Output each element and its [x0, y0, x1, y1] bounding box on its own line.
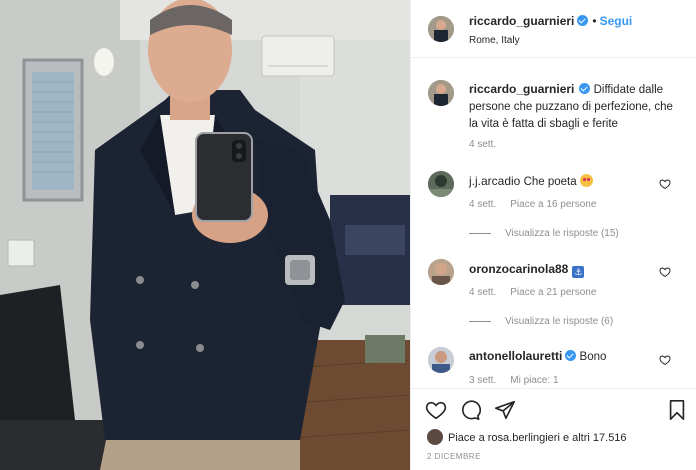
post-photo[interactable]	[0, 0, 410, 470]
comment-timestamp[interactable]: 3 sett.	[469, 375, 496, 386]
view-replies-label: Visualizza le risposte (6)	[505, 316, 614, 327]
comment-like-heart-icon[interactable]	[659, 266, 671, 278]
author-username[interactable]: riccardo_guarnieri	[469, 14, 574, 28]
comment-username[interactable]: antonellolauretti	[469, 349, 562, 363]
post-date[interactable]: 2 DICEMBRE	[427, 452, 481, 461]
comment-avatar[interactable]	[428, 347, 454, 373]
save-bookmark-icon[interactable]	[666, 399, 688, 421]
anchor-emoji-icon: ⚓	[572, 266, 585, 278]
comment-like-heart-icon[interactable]	[659, 178, 671, 190]
verified-badge-icon	[579, 83, 591, 94]
comment-like-heart-icon[interactable]	[659, 354, 671, 366]
comment-avatar[interactable]	[428, 259, 454, 285]
comment-text: Che poeta	[523, 176, 577, 188]
author-avatar[interactable]	[428, 16, 454, 42]
like-heart-icon[interactable]	[425, 399, 447, 421]
post-actions: Piace a rosa.berlingieri e altri 17.516 …	[411, 388, 696, 470]
comment-body: oronzocarinola88 ⚓	[469, 262, 585, 278]
comment-likes[interactable]: Mi piace: 1	[510, 375, 558, 386]
comment-text: Bono	[579, 351, 607, 363]
separator-dot: •	[592, 14, 597, 28]
comment-body: antonellolauretti Bono	[469, 349, 606, 363]
verified-badge-icon	[565, 350, 577, 361]
view-replies-button[interactable]: Visualizza le risposte (6)	[469, 316, 613, 327]
caption-timestamp[interactable]: 4 sett.	[469, 139, 496, 150]
verified-badge-icon	[577, 15, 589, 26]
star-struck-emoji-icon	[579, 174, 593, 187]
comment-bubble-icon[interactable]	[459, 399, 481, 421]
follow-button[interactable]: Segui	[600, 14, 633, 28]
replies-line	[469, 320, 491, 322]
comment-username[interactable]: j.j.arcadio	[469, 174, 520, 188]
post-location[interactable]: Rome, Italy	[469, 35, 520, 46]
comment-username[interactable]: oronzocarinola88	[469, 262, 568, 276]
comment-meta: 4 sett. Piace a 21 persone	[469, 287, 596, 298]
post-header: riccardo_guarnieri • Segui Rome, Italy	[411, 0, 696, 58]
author-info: riccardo_guarnieri • Segui	[469, 14, 632, 28]
view-replies-button[interactable]: Visualizza le risposte (15)	[469, 228, 619, 239]
replies-line	[469, 232, 491, 234]
comment-avatar[interactable]	[428, 171, 454, 197]
comment-meta: 4 sett. Piace a 16 persone	[469, 199, 596, 210]
caption-time: 4 sett.	[469, 139, 496, 150]
comment-likes[interactable]: Piace a 21 persone	[510, 287, 596, 298]
post-sidebar: riccardo_guarnieri • Segui Rome, Italy ric…	[410, 0, 696, 470]
post-image	[0, 0, 410, 470]
liked-by-avatar	[427, 429, 443, 445]
comment-body: j.j.arcadio Che poeta	[469, 174, 593, 188]
post-caption: riccardo_guarnieri Diffidate dalle perso…	[469, 81, 684, 133]
view-replies-label: Visualizza le risposte (15)	[505, 228, 619, 239]
comment-timestamp[interactable]: 4 sett.	[469, 287, 496, 298]
caption-username[interactable]: riccardo_guarnieri	[469, 82, 574, 96]
comments-list[interactable]: riccardo_guarnieri Diffidate dalle perso…	[411, 59, 696, 387]
comment-meta: 3 sett. Mi piace: 1	[469, 375, 559, 386]
caption-avatar[interactable]	[428, 80, 454, 106]
share-paper-plane-icon[interactable]	[494, 399, 516, 421]
comment-timestamp[interactable]: 4 sett.	[469, 199, 496, 210]
liked-by-text: Piace a rosa.berlingieri e altri 17.516	[448, 432, 627, 444]
comment-likes[interactable]: Piace a 16 persone	[510, 199, 596, 210]
liked-by[interactable]: Piace a rosa.berlingieri e altri 17.516	[427, 429, 627, 445]
